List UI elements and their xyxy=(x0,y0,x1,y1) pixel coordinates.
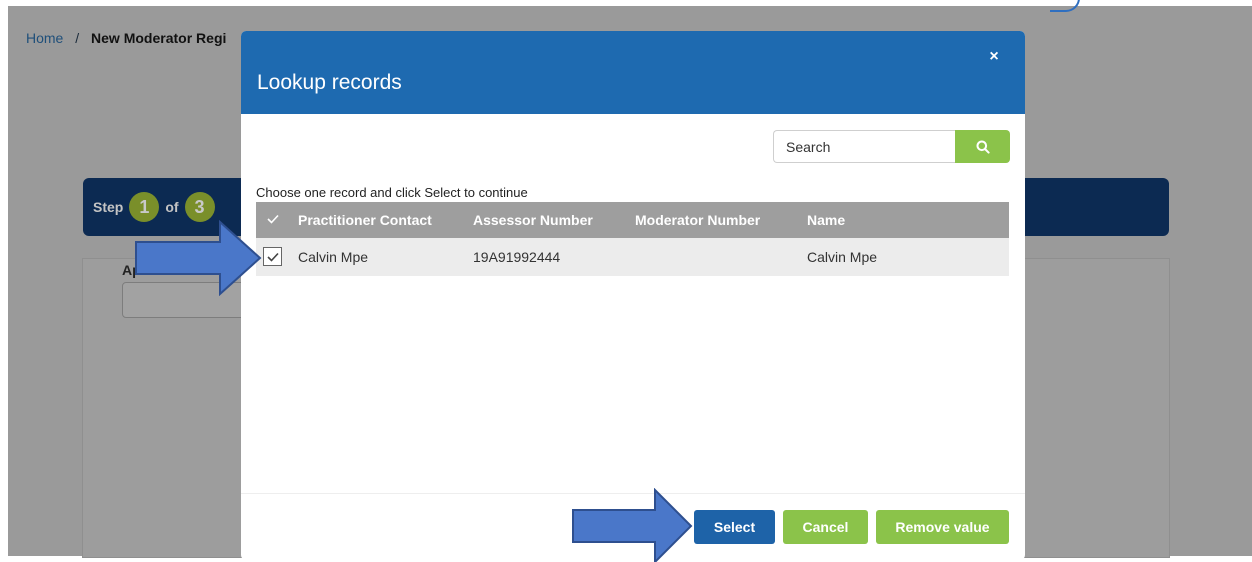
cell-assessor-number: 19A91992444 xyxy=(473,249,561,265)
column-header-moderator-number[interactable]: Moderator Number xyxy=(635,212,760,228)
of-word: of xyxy=(165,199,179,215)
row-checkbox[interactable] xyxy=(263,247,282,266)
search-input[interactable] xyxy=(773,130,955,163)
table-row[interactable]: Calvin Mpe 19A91992444 Calvin Mpe xyxy=(256,238,1009,276)
wizard-step-indicator: Step 1 of 3 xyxy=(93,192,215,222)
breadcrumb: Home / New Moderator Regi xyxy=(26,30,226,46)
lookup-records-modal: Lookup records × Choose one record and c… xyxy=(241,31,1025,560)
cell-name: Calvin Mpe xyxy=(807,249,878,265)
current-step-badge: 1 xyxy=(129,192,160,222)
page-left-strip xyxy=(0,0,8,562)
search-button[interactable] xyxy=(955,130,1010,163)
modal-title: Lookup records xyxy=(257,71,402,94)
modal-header: Lookup records × xyxy=(241,31,1025,114)
lookup-instructions: Choose one record and click Select to co… xyxy=(256,185,528,200)
select-button[interactable]: Select xyxy=(694,510,775,544)
cancel-button[interactable]: Cancel xyxy=(783,510,868,544)
column-header-name[interactable]: Name xyxy=(807,212,845,228)
step-word: Step xyxy=(93,199,124,215)
close-icon[interactable]: × xyxy=(985,47,1003,67)
check-icon xyxy=(266,252,279,262)
breadcrumb-separator: / xyxy=(75,30,80,46)
column-header-assessor-number[interactable]: Assessor Number xyxy=(473,212,593,228)
breadcrumb-current-page: New Moderator Regi xyxy=(91,30,227,46)
check-icon[interactable] xyxy=(266,212,280,226)
search-icon xyxy=(976,140,990,154)
total-steps-badge: 3 xyxy=(184,192,215,222)
arrow-annotation-checkbox xyxy=(135,220,262,296)
arrow-annotation-select xyxy=(572,488,693,562)
breadcrumb-home-link[interactable]: Home xyxy=(26,30,63,46)
column-header-practitioner-contact[interactable]: Practitioner Contact xyxy=(298,212,432,228)
cell-practitioner-contact: Calvin Mpe xyxy=(298,249,369,265)
remove-value-button[interactable]: Remove value xyxy=(876,510,1009,544)
records-table-header: Practitioner Contact Assessor Number Mod… xyxy=(256,202,1009,238)
